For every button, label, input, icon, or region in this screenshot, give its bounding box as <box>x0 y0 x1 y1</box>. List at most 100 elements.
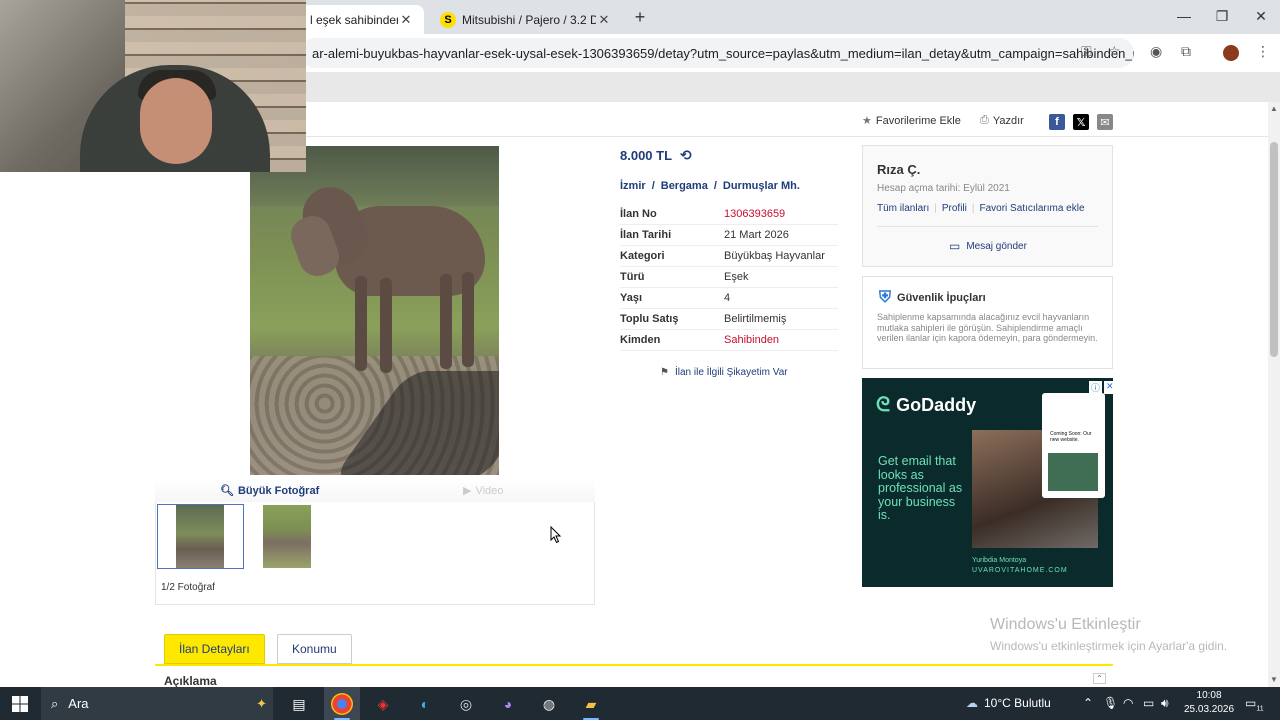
app-circle-icon[interactable]: ◍ <box>538 693 560 715</box>
file-explorer-icon[interactable]: ▰ <box>580 693 602 715</box>
scroll-up-icon[interactable]: ▲ <box>1268 104 1280 113</box>
main-photo[interactable] <box>250 146 499 475</box>
detail-key: İlan No <box>620 208 657 220</box>
collapse-chevron-icon[interactable]: ⌃ <box>1093 673 1106 684</box>
breadcrumb: İzmir / Bergama / Durmuşlar Mh. <box>620 180 800 192</box>
star-icon: ★ <box>862 115 872 127</box>
complaint-link[interactable]: ⚑ İlan ile İlgili Şikayetim Var <box>660 367 788 378</box>
task-view-icon[interactable]: ▤ <box>288 693 310 715</box>
x-icon[interactable]: 𝕏 <box>1073 114 1089 130</box>
magnifier-icon: 🔍︎ <box>220 485 234 497</box>
price-history-icon[interactable]: ⟲ <box>680 147 692 164</box>
favorite-seller-link[interactable]: Favori Satıcılarıma ekle <box>979 203 1084 214</box>
play-icon: ▶ <box>463 485 472 497</box>
tab-title: Mitsubishi / Pajero / 3.2 DID / t <box>462 12 596 27</box>
thumbnail-2[interactable] <box>263 505 311 568</box>
favorite-button[interactable]: ★ Favorilerime Ekle <box>862 114 961 128</box>
price: 8.000 TL ⟲ <box>620 147 692 164</box>
details-table: İlan No 1306393659 İlan Tarihi 21 Mart 202… <box>620 204 838 351</box>
taskbar-search[interactable]: ⌕ Ara ✦ <box>41 687 273 720</box>
detail-key: Kategori <box>620 250 665 262</box>
detail-key: Toplu Satış <box>620 313 679 325</box>
tab-listing-details[interactable]: İlan Detayları <box>164 634 265 664</box>
table-row: Kategori Büyükbaş Hayvanlar <box>620 246 838 267</box>
microphone-icon[interactable]: 🎙︎ <box>1103 696 1118 710</box>
favorite-label: Favorilerime Ekle <box>875 114 961 127</box>
tab-pajero[interactable]: S Mitsubishi / Pajero / 3.2 DID / t ✕ <box>430 5 622 34</box>
complaint-label: İlan ile İlgili Şikayetim Var <box>674 367 788 378</box>
password-key-icon[interactable]: ⚿ <box>1081 43 1092 60</box>
weather-widget[interactable]: ☁ 10°C Bulutlu <box>966 696 1051 710</box>
ad-screen-mockup: Coming Soon: Our new website. <box>1042 393 1105 498</box>
print-button[interactable]: ⎙ Yazdır <box>980 114 1024 127</box>
wifi-icon[interactable]: ◠ <box>1123 696 1133 710</box>
sahibinden-favicon-icon: S <box>440 11 456 28</box>
tab-location[interactable]: Konumu <box>277 634 352 664</box>
app-red-icon[interactable]: ◈ <box>372 693 394 715</box>
photo-count: 1/2 Fotoğraf <box>161 582 215 593</box>
chrome-icon[interactable] <box>331 693 353 715</box>
email-icon[interactable]: ✉ <box>1097 114 1113 130</box>
ad-site: UVAROVITAHOME.COM <box>972 567 1068 574</box>
minimize-icon[interactable]: — <box>1174 8 1194 24</box>
speaker-icon[interactable]: 🔊︎ <box>1161 696 1169 711</box>
clock[interactable]: 10:08 25.03.2026 <box>1184 689 1234 717</box>
breadcrumb-city[interactable]: İzmir <box>620 180 646 192</box>
extensions-puzzle-icon[interactable]: ⧉ <box>1181 43 1191 60</box>
thumbnail-1[interactable] <box>176 505 224 568</box>
seller-name[interactable]: Rıza Ç. <box>877 162 920 177</box>
discord-icon[interactable]: ◕ <box>497 693 519 715</box>
tab-close-icon[interactable]: ✕ <box>596 12 612 28</box>
windows-activation-title: Windows'u Etkinleştir <box>990 616 1141 633</box>
notification-icon[interactable]: ▭11 <box>1245 696 1264 712</box>
close-window-icon[interactable]: ✕ <box>1251 8 1271 25</box>
detail-value: Sahibinden <box>724 334 780 346</box>
seller-box: Rıza Ç. Hesap açma tarihi: Eylül 2021 Tü… <box>862 145 1113 267</box>
search-highlight-icon: ✦ <box>256 695 267 711</box>
bookmark-star-icon[interactable]: ☆ <box>1108 43 1121 60</box>
extension-shield-icon[interactable]: ◉ <box>1150 43 1162 60</box>
edge-icon[interactable]: ◐ <box>414 693 436 715</box>
maximize-icon[interactable]: ❐ <box>1212 8 1232 25</box>
big-photo-button[interactable]: 🔍︎ Büyük Fotoğraf <box>220 484 319 498</box>
seller-since: Hesap açma tarihi: Eylül 2021 <box>877 183 1010 194</box>
battery-icon[interactable]: ▭ <box>1143 696 1154 710</box>
scroll-down-icon[interactable]: ▼ <box>1268 675 1280 684</box>
clock-date: 25.03.2026 <box>1184 704 1235 715</box>
divider <box>300 136 1268 137</box>
page-scrollbar[interactable]: ▲ ▼ <box>1268 102 1280 687</box>
ad-credit: Yuribdia Montoya UVAROVITAHOME.COM <box>972 556 1068 576</box>
profile-avatar[interactable] <box>1223 45 1239 61</box>
new-tab-button[interactable]: + <box>628 7 652 29</box>
price-value: 8.000 TL <box>620 148 673 163</box>
advertisement[interactable]: ⓘ ✕ ᘓ GoDaddy Get email that looks as pro… <box>862 378 1113 587</box>
clock-time: 10:08 <box>1196 690 1222 701</box>
send-message-label: Mesaj gönder <box>966 240 1027 252</box>
printer-icon: ⎙ <box>980 114 989 126</box>
breadcrumb-neighborhood[interactable]: Durmuşlar Mh. <box>723 180 800 192</box>
facebook-icon[interactable]: f <box>1049 114 1065 130</box>
table-row: Yaşı 4 <box>620 288 838 309</box>
breadcrumb-district[interactable]: Bergama <box>661 180 708 192</box>
flag-icon: ⚑ <box>660 367 669 378</box>
detail-key: İlan Tarihi <box>620 229 672 241</box>
scroll-thumb[interactable] <box>1270 142 1278 357</box>
url-input[interactable]: ar-alemi-buyukbas-hayvanlar-esek-uysal-e… <box>300 38 1134 68</box>
detail-value: Büyükbaş Hayvanlar <box>724 250 825 262</box>
obs-icon[interactable]: ◎ <box>455 693 477 715</box>
all-listings-link[interactable]: Tüm ilanları <box>877 203 929 214</box>
menu-dots-icon[interactable]: ⋮ <box>1256 43 1270 60</box>
detail-key: Kimden <box>620 334 661 346</box>
video-button: ▶ Video <box>463 484 503 498</box>
tab-close-icon[interactable]: ✕ <box>398 12 414 28</box>
tab-active[interactable]: l eşek sahibinden.co ✕ <box>300 5 424 34</box>
taskbar-search-label: Ara <box>68 696 89 711</box>
detail-value: 21 Mart 2026 <box>724 229 789 241</box>
table-row: Toplu Satış Belirtilmemiş <box>620 309 838 330</box>
windows-start-icon[interactable] <box>12 696 28 712</box>
thumbnail-strip: 1/2 Fotoğraf <box>155 502 595 605</box>
send-message-button[interactable]: ▭ Mesaj gönder <box>949 239 1027 253</box>
webcam-overlay <box>0 0 306 172</box>
tray-chevron-icon[interactable]: ⌃ <box>1083 696 1093 710</box>
profile-link[interactable]: Profili <box>942 203 967 214</box>
